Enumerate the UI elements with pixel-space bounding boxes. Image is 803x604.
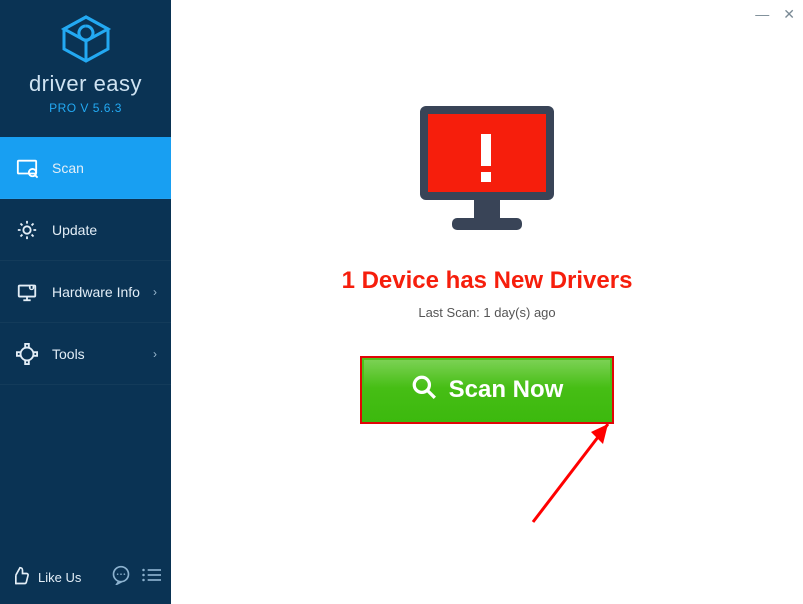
sidebar-item-label: Tools <box>52 346 85 362</box>
update-icon <box>14 219 40 241</box>
window-controls: — ✕ <box>755 6 795 23</box>
search-icon <box>411 374 437 407</box>
scan-icon <box>14 157 40 179</box>
sidebar-item-tools[interactable]: Tools › <box>0 323 171 385</box>
sidebar-item-label: Scan <box>52 160 84 176</box>
chevron-right-icon: › <box>153 347 157 361</box>
sidebar-item-label: Hardware Info <box>52 284 140 300</box>
last-scan-label: Last Scan: 1 day(s) ago <box>171 305 803 320</box>
minimize-button[interactable]: — <box>755 6 769 23</box>
menu-icon[interactable] <box>141 567 161 588</box>
like-us-button[interactable]: Like Us <box>10 566 81 589</box>
close-button[interactable]: ✕ <box>783 6 795 23</box>
thumbs-up-icon <box>10 566 30 589</box>
hardware-icon <box>14 281 40 303</box>
annotation-arrow-icon <box>513 412 633 537</box>
like-us-label: Like Us <box>38 570 81 585</box>
scan-now-label: Scan Now <box>449 376 564 404</box>
brand-name: driver easy <box>0 71 171 97</box>
brand-version: PRO V 5.6.3 <box>0 101 171 115</box>
tools-icon <box>14 343 40 365</box>
sidebar-item-update[interactable]: Update <box>0 199 171 261</box>
brand-logo-icon <box>58 14 114 69</box>
scan-now-button[interactable]: Scan Now <box>360 356 614 424</box>
sidebar-item-scan[interactable]: Scan <box>0 137 171 199</box>
scan-headline: 1 Device has New Drivers <box>171 267 803 295</box>
alert-monitor-icon <box>412 100 562 241</box>
sidebar: driver easy PRO V 5.6.3 Scan <box>0 0 171 604</box>
main-panel: — ✕ 1 Device has New Drivers Last Scan: … <box>171 0 803 604</box>
sidebar-nav: Scan Update <box>0 137 171 385</box>
chevron-right-icon: › <box>153 285 157 299</box>
sidebar-footer: Like Us <box>0 555 171 604</box>
brand-block: driver easy PRO V 5.6.3 <box>0 0 171 123</box>
sidebar-item-hardware-info[interactable]: Hardware Info › <box>0 261 171 323</box>
sidebar-item-label: Update <box>52 222 97 238</box>
feedback-icon[interactable] <box>111 565 131 590</box>
